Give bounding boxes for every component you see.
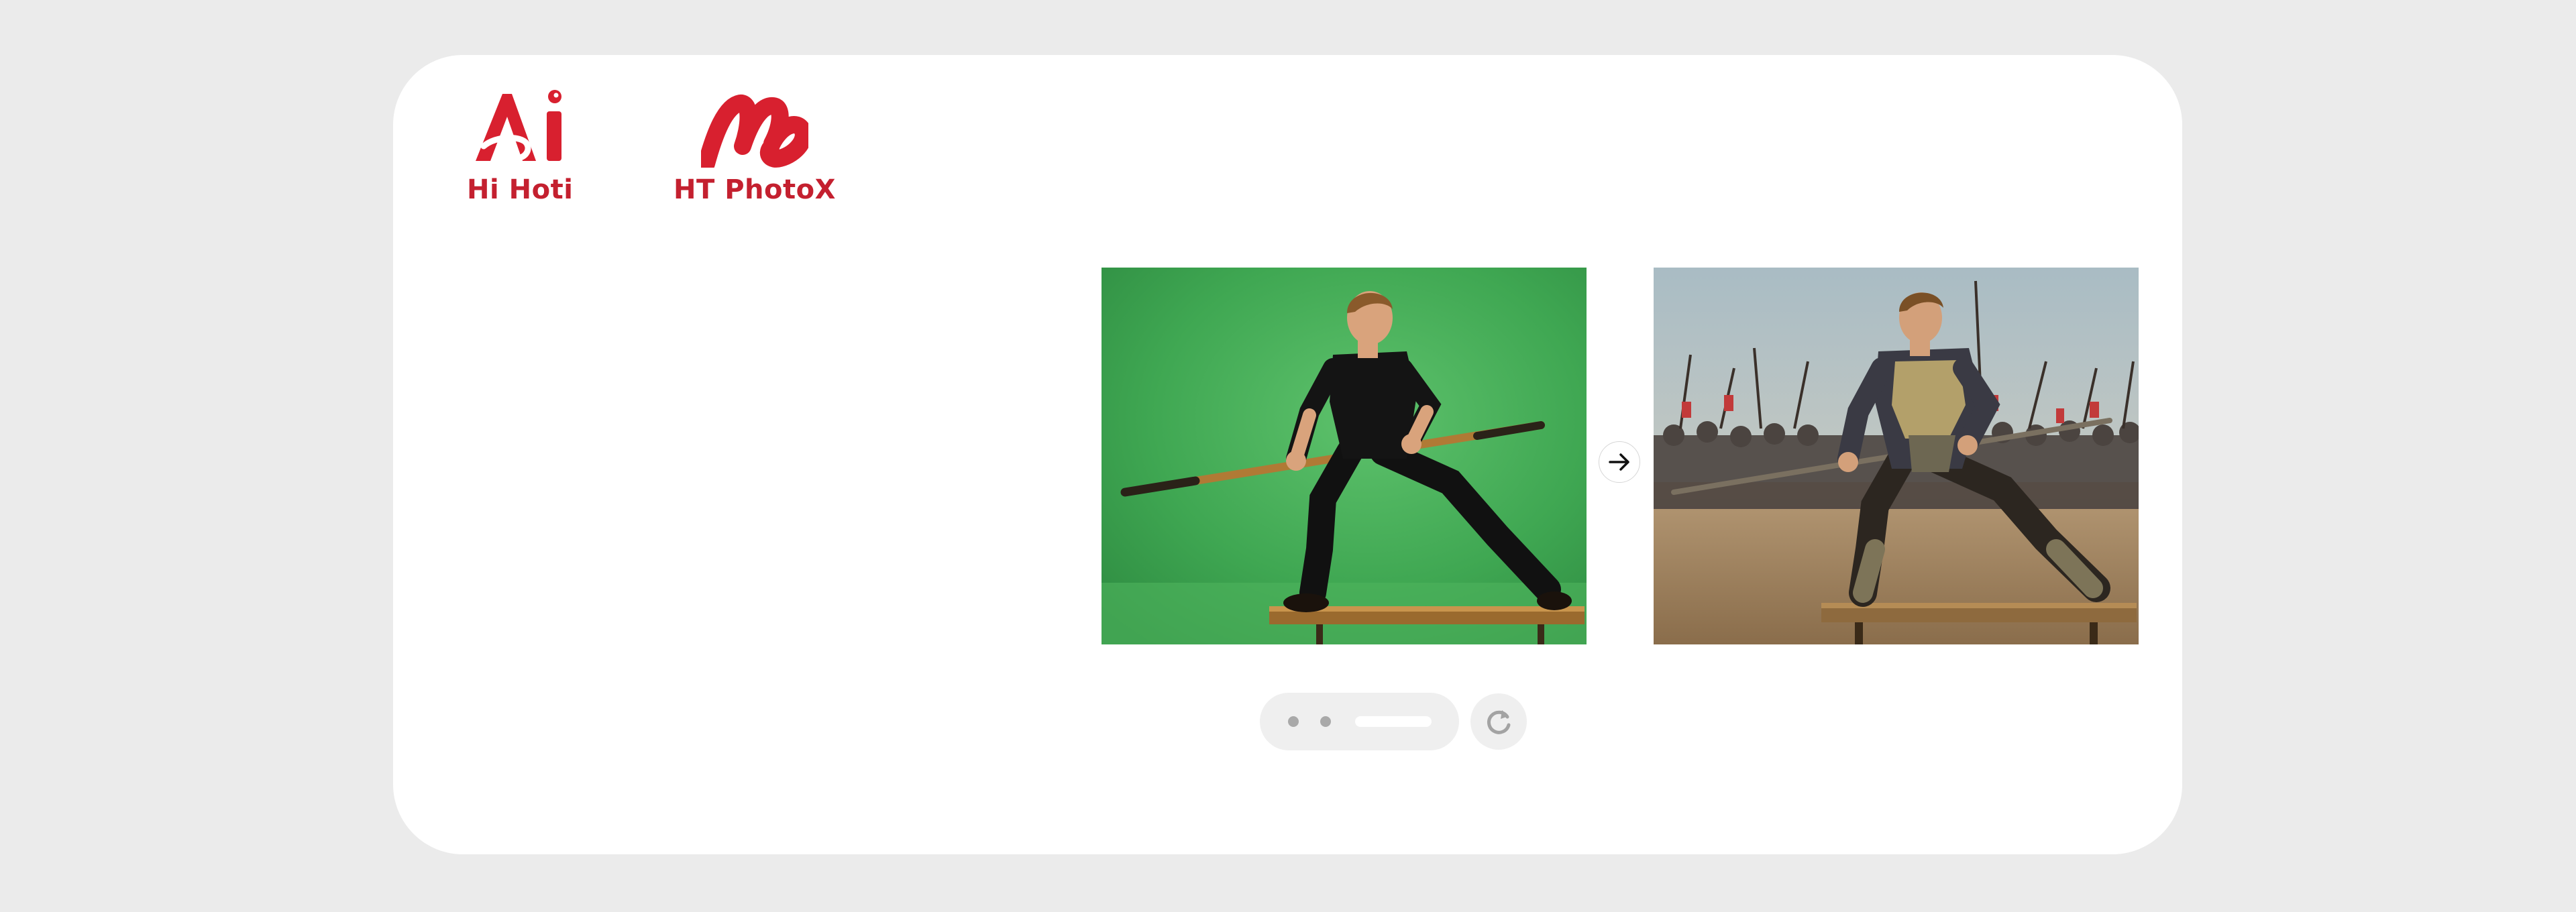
refresh-button[interactable] (1470, 693, 1527, 750)
refresh-icon (1487, 710, 1511, 734)
arrow-right-icon (1609, 453, 1629, 471)
carousel-pagination (1260, 693, 1459, 750)
carousel-dot[interactable] (1320, 716, 1331, 727)
after-image (1654, 268, 2139, 644)
carousel-dot-active[interactable] (1355, 716, 1432, 727)
green-screen-spear-man-photo (1102, 268, 1587, 644)
brand-hi-hoti: Hi Hoti (467, 89, 573, 205)
brand-name: HT PhotoX (674, 174, 836, 205)
carousel-dot[interactable] (1288, 716, 1299, 727)
before-image (1102, 268, 1587, 644)
showcase-card: Hi Hoti HT PhotoX (393, 55, 2182, 854)
m-logo-icon (700, 95, 808, 168)
armored-warrior-battlefield-photo (1654, 268, 2139, 644)
brand-name: Hi Hoti (467, 174, 574, 205)
compare-arrow (1599, 441, 1640, 483)
ai-logo-icon (476, 90, 562, 162)
brand-ht-photox: HT PhotoX (674, 94, 836, 205)
